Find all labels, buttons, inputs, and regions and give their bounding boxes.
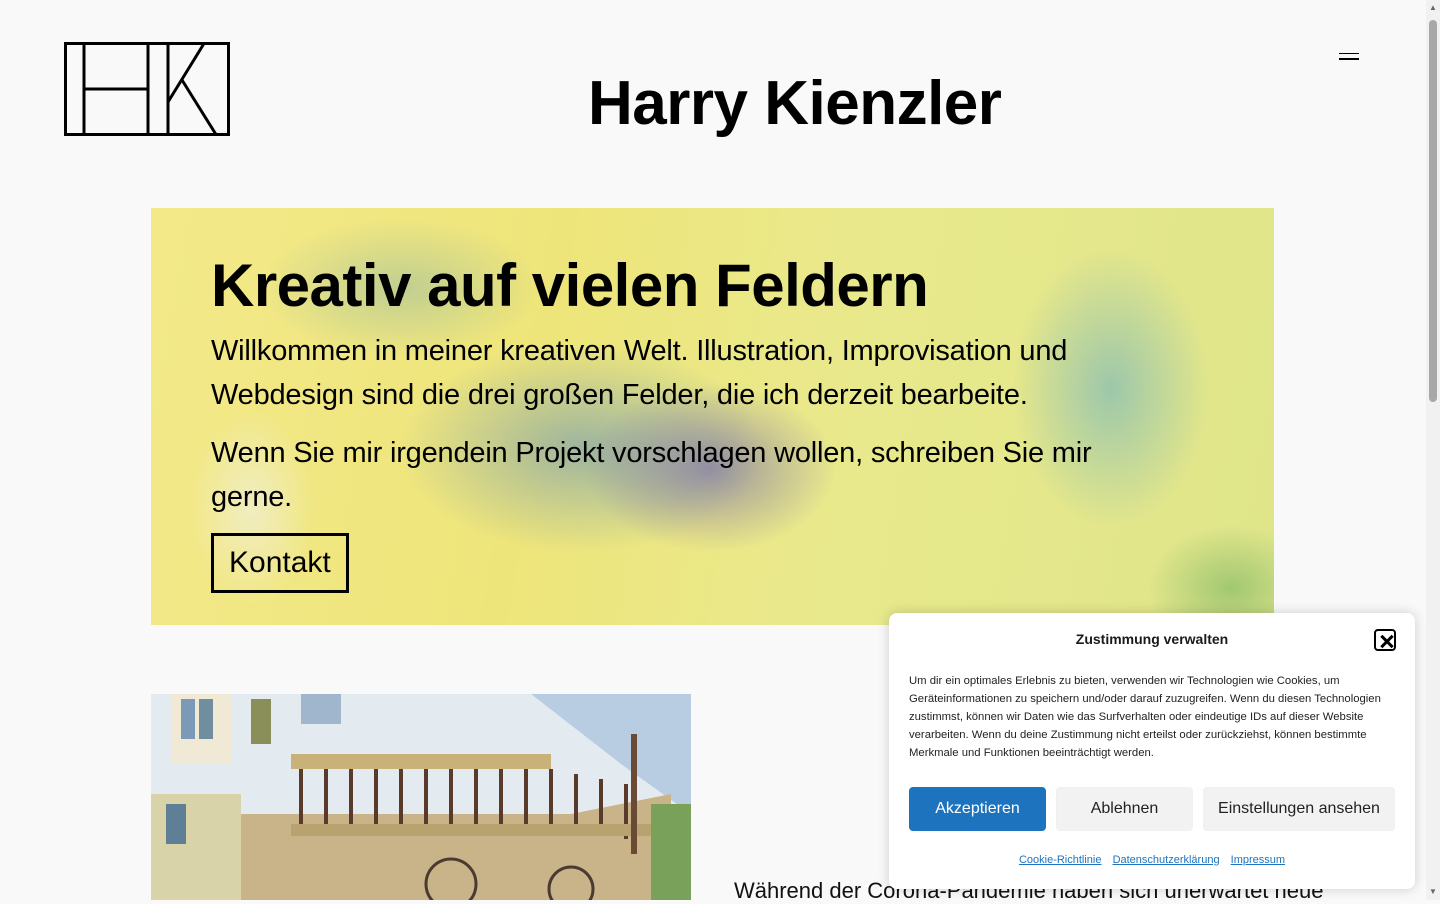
menu-line-bottom xyxy=(1339,58,1359,60)
menu-icon[interactable] xyxy=(1336,44,1362,64)
site-title[interactable]: Harry Kienzler xyxy=(588,69,1002,138)
hero-paragraph-welcome: Willkommen in meiner kreativen Welt. Ill… xyxy=(211,335,1068,412)
scrollbar-thumb[interactable] xyxy=(1429,20,1437,402)
contact-button[interactable]: Kontakt xyxy=(211,533,349,594)
hero-paragraph-contact: Wenn Sie mir irgendein Projekt vorschlag… xyxy=(211,437,1092,514)
imprint-link[interactable]: Impressum xyxy=(1231,854,1285,866)
scrollbar[interactable]: ▲ ▼ xyxy=(1426,0,1440,900)
balcony-painting-image xyxy=(151,694,691,900)
accept-button[interactable]: Akzeptieren xyxy=(909,787,1046,831)
close-icon[interactable] xyxy=(1374,629,1396,651)
menu-line-top xyxy=(1339,52,1359,54)
hero-section: Kreativ auf vielen Feldern Willkommen in… xyxy=(151,208,1274,625)
view-settings-button[interactable]: Einstellungen ansehen xyxy=(1203,787,1395,831)
cookie-policy-link[interactable]: Cookie-Richtlinie xyxy=(1019,854,1102,866)
hk-logo[interactable] xyxy=(64,42,230,136)
scroll-up-arrow-icon[interactable]: ▲ xyxy=(1429,4,1437,12)
cookie-dialog-links: Cookie-Richtlinie Datenschutzerklärung I… xyxy=(889,854,1415,866)
cookie-consent-dialog: Zustimmung verwalten Um dir ein optimale… xyxy=(889,613,1415,889)
hero-content: Kreativ auf vielen Feldern Willkommen in… xyxy=(211,252,1171,594)
privacy-policy-link[interactable]: Datenschutzerklärung xyxy=(1113,854,1220,866)
cookie-dialog-title: Zustimmung verwalten xyxy=(1075,631,1229,647)
cookie-dialog-text: Um dir ein optimales Erlebnis zu bieten,… xyxy=(909,675,1381,759)
hero-heading: Kreativ auf vielen Feldern xyxy=(211,252,929,319)
deny-button[interactable]: Ablehnen xyxy=(1056,787,1193,831)
scroll-down-arrow-icon[interactable]: ▼ xyxy=(1429,888,1437,896)
